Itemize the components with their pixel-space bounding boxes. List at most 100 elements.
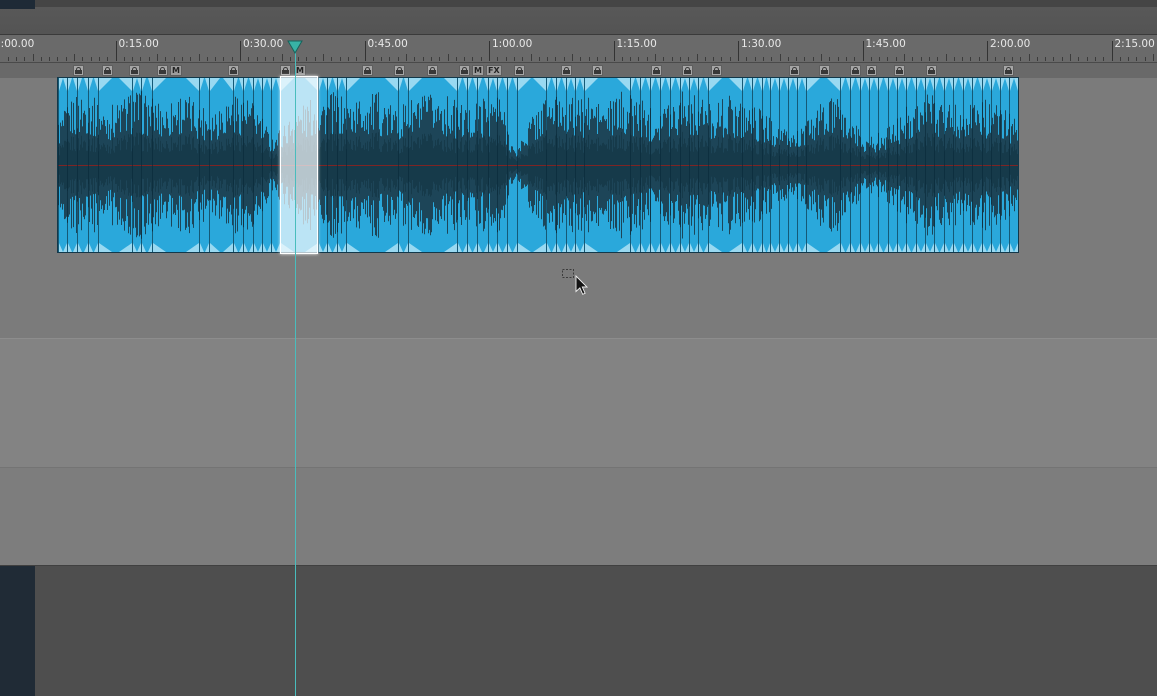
fade-handle[interactable] bbox=[585, 243, 598, 252]
audio-clip[interactable] bbox=[878, 78, 888, 252]
fade-handle[interactable] bbox=[954, 243, 958, 252]
fade-handle[interactable] bbox=[917, 243, 921, 252]
fade-handle[interactable] bbox=[319, 243, 323, 252]
audio-clip[interactable] bbox=[888, 78, 897, 252]
audio-clip[interactable] bbox=[982, 78, 991, 252]
fade-handle[interactable] bbox=[763, 243, 766, 252]
audio-clip[interactable] bbox=[337, 78, 346, 252]
lock-icon[interactable] bbox=[850, 65, 861, 76]
fade-handle[interactable] bbox=[935, 78, 939, 91]
fade-handle[interactable] bbox=[498, 243, 502, 252]
fade-handle[interactable] bbox=[567, 243, 571, 252]
fade-handle[interactable] bbox=[263, 243, 267, 252]
fade-handle[interactable] bbox=[200, 243, 204, 252]
fade-handle[interactable] bbox=[1014, 78, 1018, 91]
fade-handle[interactable] bbox=[661, 243, 665, 252]
fade-handle[interactable] bbox=[1001, 243, 1005, 252]
fade-handle[interactable] bbox=[59, 243, 63, 252]
fade-handle[interactable] bbox=[983, 243, 987, 252]
fade-handle[interactable] bbox=[59, 78, 63, 91]
lock-icon[interactable] bbox=[129, 65, 140, 76]
audio-clip[interactable] bbox=[584, 78, 630, 252]
fade-handle[interactable] bbox=[870, 243, 874, 252]
lock-icon[interactable] bbox=[280, 65, 291, 76]
fade-handle[interactable] bbox=[142, 78, 146, 91]
audio-clip[interactable] bbox=[517, 78, 546, 252]
fade-handle[interactable] bbox=[807, 243, 820, 252]
fade-handle[interactable] bbox=[272, 78, 276, 91]
fade-handle[interactable] bbox=[681, 243, 685, 252]
fade-handle[interactable] bbox=[827, 243, 840, 252]
fade-handle[interactable] bbox=[861, 78, 865, 91]
fade-handle[interactable] bbox=[780, 243, 784, 252]
fade-handle[interactable] bbox=[347, 78, 360, 91]
workspace-band[interactable] bbox=[0, 467, 1157, 565]
fade-handle[interactable] bbox=[753, 78, 757, 91]
fade-handle[interactable] bbox=[444, 78, 457, 91]
fade-handle[interactable] bbox=[444, 243, 457, 252]
audio-clip[interactable] bbox=[788, 78, 797, 252]
fade-handle[interactable] bbox=[585, 78, 598, 91]
fade-handle[interactable] bbox=[99, 243, 112, 252]
fade-handle[interactable] bbox=[399, 78, 403, 91]
fade-handle[interactable] bbox=[89, 78, 93, 91]
lock-icon[interactable] bbox=[561, 65, 572, 76]
selected-clip[interactable] bbox=[280, 76, 318, 254]
audio-clip[interactable] bbox=[1000, 78, 1009, 252]
audio-clip[interactable] bbox=[934, 78, 944, 252]
audio-clip[interactable] bbox=[689, 78, 698, 252]
fade-handle[interactable] bbox=[964, 243, 968, 252]
fade-handle[interactable] bbox=[508, 78, 512, 91]
lock-icon[interactable] bbox=[894, 65, 905, 76]
audio-clip[interactable] bbox=[640, 78, 650, 252]
fade-handle[interactable] bbox=[68, 78, 72, 91]
bottom-left-dock-tab[interactable] bbox=[0, 566, 35, 696]
fade-handle[interactable] bbox=[1010, 243, 1014, 252]
fade-handle[interactable] bbox=[681, 78, 685, 91]
playhead-line[interactable] bbox=[294, 51, 296, 696]
fade-handle[interactable] bbox=[889, 243, 893, 252]
top-left-dock-tab[interactable] bbox=[0, 0, 35, 9]
fade-handle[interactable] bbox=[385, 78, 398, 91]
lock-icon[interactable] bbox=[789, 65, 800, 76]
fade-handle[interactable] bbox=[468, 78, 472, 91]
fade-handle[interactable] bbox=[498, 78, 502, 91]
fade-handle[interactable] bbox=[983, 78, 987, 91]
playhead-triangle-icon[interactable] bbox=[287, 40, 303, 54]
fade-handle[interactable] bbox=[631, 78, 635, 91]
audio-clip[interactable] bbox=[318, 78, 327, 252]
fade-handle[interactable] bbox=[234, 78, 238, 91]
fade-handle[interactable] bbox=[671, 243, 675, 252]
lock-icon[interactable] bbox=[866, 65, 877, 76]
audio-clip[interactable] bbox=[507, 78, 517, 252]
fade-handle[interactable] bbox=[926, 243, 930, 252]
audio-clip[interactable] bbox=[497, 78, 507, 252]
audio-clip[interactable] bbox=[1009, 78, 1018, 252]
lock-icon[interactable] bbox=[102, 65, 113, 76]
audio-clip[interactable] bbox=[546, 78, 556, 252]
fade-handle[interactable] bbox=[478, 78, 482, 91]
fade-handle[interactable] bbox=[468, 243, 472, 252]
lock-icon[interactable] bbox=[711, 65, 722, 76]
clip-m-badge[interactable]: M bbox=[294, 65, 306, 76]
fade-handle[interactable] bbox=[841, 78, 845, 91]
fade-handle[interactable] bbox=[78, 243, 82, 252]
fade-handle[interactable] bbox=[142, 243, 146, 252]
audio-clip[interactable] bbox=[860, 78, 869, 252]
fade-handle[interactable] bbox=[617, 243, 630, 252]
fade-handle[interactable] bbox=[798, 243, 802, 252]
audio-clip[interactable] bbox=[797, 78, 806, 252]
fade-handle[interactable] bbox=[699, 243, 703, 252]
fade-handle[interactable] bbox=[119, 243, 132, 252]
audio-clip[interactable] bbox=[132, 78, 141, 252]
audio-clip[interactable] bbox=[680, 78, 689, 252]
fade-handle[interactable] bbox=[827, 78, 840, 91]
audio-clip[interactable] bbox=[779, 78, 788, 252]
audio-clip[interactable] bbox=[233, 78, 243, 252]
fade-handle[interactable] bbox=[489, 243, 493, 252]
lock-icon[interactable] bbox=[228, 65, 239, 76]
fade-handle[interactable] bbox=[1010, 78, 1014, 91]
fade-handle[interactable] bbox=[771, 243, 775, 252]
lock-icon[interactable] bbox=[592, 65, 603, 76]
audio-clip[interactable] bbox=[991, 78, 1000, 252]
